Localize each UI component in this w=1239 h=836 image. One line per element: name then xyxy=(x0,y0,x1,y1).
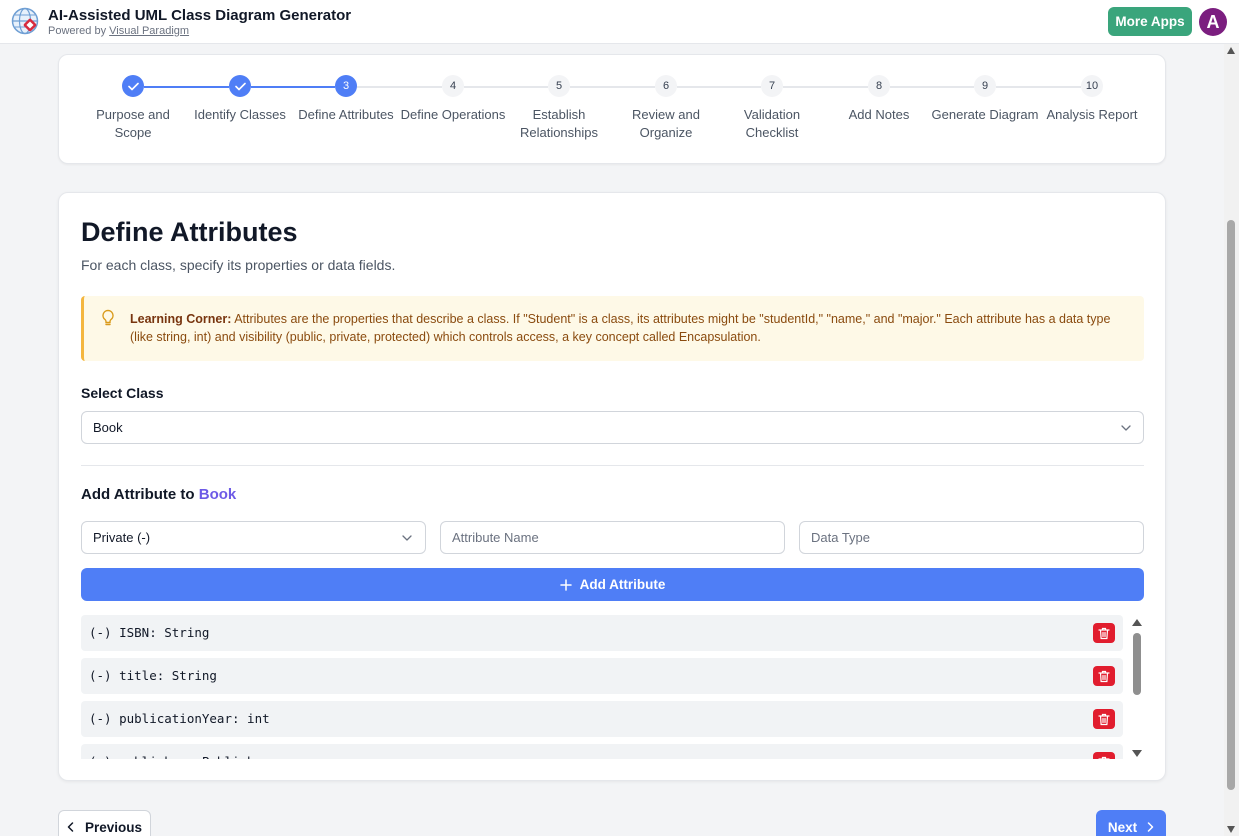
data-type-input[interactable] xyxy=(799,521,1144,554)
add-heading-class: Book xyxy=(198,486,237,503)
avatar[interactable]: A xyxy=(1199,8,1227,36)
next-label: Next xyxy=(1107,819,1138,835)
list-scroll-thumb[interactable] xyxy=(1133,633,1141,695)
step-4[interactable]: 4 Define Operations xyxy=(398,75,508,124)
step-number: 5 xyxy=(548,75,570,97)
trash-icon xyxy=(1098,713,1110,725)
app-header: AI-Assisted UML Class Diagram Generator … xyxy=(0,0,1239,44)
step-3[interactable]: 3 Define Attributes xyxy=(291,75,401,124)
step-number: 6 xyxy=(655,75,677,97)
delete-attribute-button[interactable] xyxy=(1093,752,1115,759)
step-label: Purpose and Scope xyxy=(96,107,170,140)
more-apps-button[interactable]: More Apps xyxy=(1108,7,1192,36)
step-connector xyxy=(251,86,335,88)
plus-icon xyxy=(559,578,572,591)
lightbulb-icon xyxy=(101,309,115,327)
attribute-name-input[interactable] xyxy=(440,521,785,554)
learning-text: Learning Corner: Attributes are the prop… xyxy=(130,310,1130,346)
step-label: Validation Checklist xyxy=(743,107,801,140)
chevron-down-icon xyxy=(402,535,412,541)
powered-by-prefix: Powered by xyxy=(48,25,107,37)
step-label: Review and Organize xyxy=(632,107,700,140)
attribute-list-scrollbar[interactable] xyxy=(1131,617,1143,759)
select-class-label: Select Class xyxy=(81,385,164,401)
attribute-row: (-) ISBN: String xyxy=(81,615,1123,651)
step-connector xyxy=(890,86,974,88)
step-label: Add Notes xyxy=(848,107,910,122)
class-select-value: Book xyxy=(93,420,123,435)
step-10[interactable]: 10 Analysis Report xyxy=(1037,75,1147,124)
step-number: 4 xyxy=(442,75,464,97)
step-8[interactable]: 8 Add Notes xyxy=(824,75,934,124)
attribute-row: (-) title: String xyxy=(81,658,1123,694)
previous-label: Previous xyxy=(84,819,143,835)
trash-icon xyxy=(1098,670,1110,682)
scroll-up-arrow-icon[interactable] xyxy=(1227,47,1235,54)
divider xyxy=(81,465,1144,466)
scroll-down-arrow-icon[interactable] xyxy=(1132,750,1142,757)
learning-body: Attributes are the properties that descr… xyxy=(130,312,1111,344)
step-label: Analysis Report xyxy=(1046,107,1138,122)
chevron-down-icon xyxy=(1121,425,1131,431)
main-card: Define Attributes For each class, specif… xyxy=(58,192,1166,781)
attribute-text: (-) title: String xyxy=(89,668,217,683)
scroll-up-arrow-icon[interactable] xyxy=(1132,619,1142,626)
scroll-down-arrow-icon[interactable] xyxy=(1227,826,1235,833)
step-number: 8 xyxy=(868,75,890,97)
step-connector xyxy=(783,86,868,88)
chevron-left-icon xyxy=(67,822,74,832)
attribute-text: (-) publisher: Publisher xyxy=(89,754,270,759)
visibility-select[interactable]: Private (-) xyxy=(81,521,426,554)
step-connector xyxy=(464,86,548,88)
step-connector xyxy=(570,86,655,88)
page-scroll-thumb[interactable] xyxy=(1227,220,1235,790)
attribute-text: (-) ISBN: String xyxy=(89,625,210,640)
step-number: 10 xyxy=(1081,75,1103,97)
visibility-select-value: Private (-) xyxy=(93,530,151,545)
learning-corner: Learning Corner: Attributes are the prop… xyxy=(81,296,1144,361)
stepper: Purpose and Scope Identify Classes 3 Define… xyxy=(58,54,1166,164)
step-connector xyxy=(357,86,442,88)
step-label: Identify Classes xyxy=(194,107,286,122)
step-label: Define Attributes xyxy=(298,107,394,122)
app-logo-icon xyxy=(11,7,39,35)
check-icon xyxy=(229,75,251,97)
step-label: Generate Diagram xyxy=(931,107,1039,122)
app-title: AI-Assisted UML Class Diagram Generator xyxy=(48,7,352,24)
visual-paradigm-link[interactable]: Visual Paradigm xyxy=(109,25,189,37)
learning-label: Learning Corner: xyxy=(130,312,232,326)
step-connector xyxy=(144,86,229,88)
step-number: 9 xyxy=(974,75,996,97)
add-attribute-button[interactable]: Add Attribute xyxy=(81,568,1144,601)
step-connector xyxy=(677,86,761,88)
step-connector xyxy=(996,86,1081,88)
step-9[interactable]: 9 Generate Diagram xyxy=(930,75,1040,124)
chevron-right-icon xyxy=(1147,822,1154,832)
delete-attribute-button[interactable] xyxy=(1093,666,1115,686)
delete-attribute-button[interactable] xyxy=(1093,709,1115,729)
delete-attribute-button[interactable] xyxy=(1093,623,1115,643)
check-icon xyxy=(122,75,144,97)
page-title: Define Attributes xyxy=(81,217,298,247)
trash-icon xyxy=(1098,756,1110,759)
powered-by: Powered by Visual Paradigm xyxy=(48,25,189,37)
add-attribute-heading: Add Attribute to Book xyxy=(81,486,236,503)
add-attribute-label: Add Attribute xyxy=(579,577,666,592)
previous-button[interactable]: Previous xyxy=(58,810,151,836)
attribute-list: (-) ISBN: String (-) title: String (-) pub… xyxy=(81,615,1123,759)
step-number: 7 xyxy=(761,75,783,97)
step-2[interactable]: Identify Classes xyxy=(185,75,295,124)
step-label: Define Operations xyxy=(400,107,506,122)
add-heading-prefix: Add Attribute to xyxy=(81,486,195,503)
attribute-row: (-) publicationYear: int xyxy=(81,701,1123,737)
page-subtitle: For each class, specify its properties o… xyxy=(81,257,396,273)
attribute-row: (-) publisher: Publisher xyxy=(81,744,1123,759)
attribute-text: (-) publicationYear: int xyxy=(89,711,270,726)
trash-icon xyxy=(1098,627,1110,639)
step-number: 3 xyxy=(335,75,357,97)
class-select[interactable]: Book xyxy=(81,411,1144,444)
step-label: Establish Relationships xyxy=(519,107,599,140)
next-button[interactable]: Next xyxy=(1096,810,1166,836)
page-scrollbar[interactable] xyxy=(1224,44,1239,836)
